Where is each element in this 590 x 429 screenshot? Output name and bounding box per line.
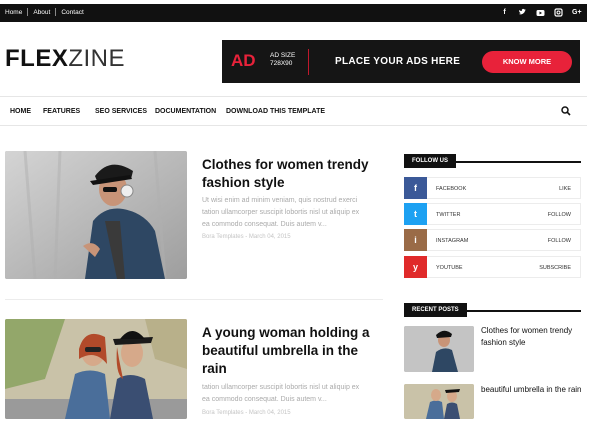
google-plus-icon[interactable]: G+ (572, 7, 582, 18)
nav-item-download-template[interactable]: DOWNLOAD THIS TEMPLATE (226, 108, 325, 115)
recent-title-line: fashion style (481, 338, 526, 347)
recent-image-man-headphones (404, 326, 474, 372)
recent-post-title[interactable]: Clothes for women trendy fashion style (481, 325, 572, 349)
widget-title-label: FOLLOW US (404, 154, 456, 168)
top-link-about[interactable]: About (33, 9, 50, 16)
post-excerpt: Ut wisi enim ad minim veniam, quis nostr… (202, 195, 359, 231)
follow-action[interactable]: FOLLOW (548, 212, 571, 218)
search-icon[interactable] (561, 106, 571, 116)
excerpt-line: Ut wisi enim ad minim veniam, quis nostr… (202, 197, 358, 204)
ad-label: AD (231, 51, 256, 70)
main-nav: HOME FEATURES SEO SERVICES DOCUMENTATION… (0, 96, 587, 126)
top-link-separator (55, 8, 57, 16)
post-title-line: rain (202, 361, 227, 376)
post-image-man-headphones (5, 151, 187, 279)
post-thumbnail[interactable] (5, 319, 187, 419)
top-link-contact[interactable]: Contact (61, 9, 83, 16)
twitter-icon[interactable] (518, 7, 527, 18)
recent-post-thumbnail[interactable] (404, 384, 474, 419)
top-link-home[interactable]: Home (5, 9, 22, 16)
facebook-icon: f (404, 177, 427, 199)
ad-size-line1: AD SIZE (270, 52, 296, 59)
nav-item-features[interactable]: FEATURES (43, 108, 80, 115)
youtube-icon: y (404, 256, 427, 278)
know-more-button[interactable]: KNOW MORE (482, 51, 572, 73)
follow-action[interactable]: LIKE (559, 186, 571, 192)
post-image-two-women (5, 319, 187, 419)
post-title-line: Clothes for women trendy (202, 157, 369, 172)
nav-item-home[interactable]: HOME (10, 108, 31, 115)
facebook-icon[interactable]: f (500, 7, 509, 18)
widget-title-label: RECENT POSTS (404, 303, 467, 317)
post-title-line: fashion style (202, 175, 285, 190)
follow-facebook[interactable]: f FACEBOOK LIKE (404, 177, 581, 199)
ad-banner[interactable]: AD AD SIZE 728X90 PLACE YOUR ADS HERE KN… (222, 40, 580, 83)
site-logo[interactable]: FLEXZINE (5, 45, 125, 73)
follow-twitter[interactable]: t TWITTER FOLLOW (404, 203, 581, 225)
youtube-icon[interactable] (536, 7, 545, 18)
post-meta: Bora Templates - March 04, 2015 (202, 410, 291, 416)
post-title[interactable]: Clothes for women trendy fashion style (202, 156, 369, 192)
post-title[interactable]: A young woman holding a beautiful umbrel… (202, 324, 370, 378)
post-divider (5, 299, 383, 300)
follow-instagram[interactable]: i INSTAGRAM FOLLOW (404, 229, 581, 251)
follow-action[interactable]: SUBSCRIBE (539, 265, 571, 271)
top-links: Home About Contact (5, 8, 84, 16)
recent-title-line: beautiful umbrella in the rain (481, 385, 582, 394)
recent-image-two-women (404, 384, 474, 419)
recent-title-line: Clothes for women trendy (481, 326, 573, 335)
logo-light-text: ZINE (68, 45, 126, 72)
ad-message: PLACE YOUR ADS HERE (335, 56, 461, 67)
twitter-icon: t (404, 203, 427, 225)
ad-size-line2: 728X90 (270, 60, 293, 67)
post-excerpt: tation ullamcorper suscipit lobortis nis… (202, 382, 359, 406)
excerpt-line: ea commodo consequat. Duis autem v... (202, 396, 327, 403)
follow-network-name: YOUTUBE (436, 265, 463, 271)
recent-post-thumbnail[interactable] (404, 326, 474, 372)
post-title-line: A young woman holding a (202, 325, 370, 340)
follow-network-name: INSTAGRAM (436, 238, 469, 244)
follow-action[interactable]: FOLLOW (548, 238, 571, 244)
nav-item-documentation[interactable]: DOCUMENTATION (155, 108, 216, 115)
follow-youtube[interactable]: y YOUTUBE SUBSCRIBE (404, 256, 581, 278)
instagram-icon: i (404, 229, 427, 251)
logo-bold-text: FLEX (5, 45, 69, 72)
ad-size-text: AD SIZE 728X90 (270, 52, 295, 68)
follow-network-name: TWITTER (436, 212, 461, 218)
top-link-separator (27, 8, 29, 16)
post-title-line: beautiful umbrella in the (202, 343, 359, 358)
post-thumbnail[interactable] (5, 151, 187, 279)
recent-post-title[interactable]: beautiful umbrella in the rain (481, 384, 582, 396)
top-bar: Home About Contact f G+ (0, 4, 587, 22)
top-social-icons: f G+ (500, 7, 582, 18)
follow-us-widget-title: FOLLOW US (404, 149, 581, 168)
instagram-icon[interactable] (554, 7, 563, 18)
excerpt-line: tation ullamcorper suscipit lobortis nis… (202, 384, 360, 391)
follow-network-name: FACEBOOK (436, 186, 467, 192)
excerpt-line: ea commodo consequat. Duis autem v... (202, 221, 327, 228)
recent-posts-widget-title: RECENT POSTS (404, 298, 581, 317)
ad-divider (308, 49, 309, 75)
post-meta: Bora Templates - March 04, 2015 (202, 234, 291, 240)
excerpt-line: tation ullamcorper suscipit lobortis nis… (202, 209, 360, 216)
nav-item-seo-services[interactable]: SEO SERVICES (95, 108, 147, 115)
